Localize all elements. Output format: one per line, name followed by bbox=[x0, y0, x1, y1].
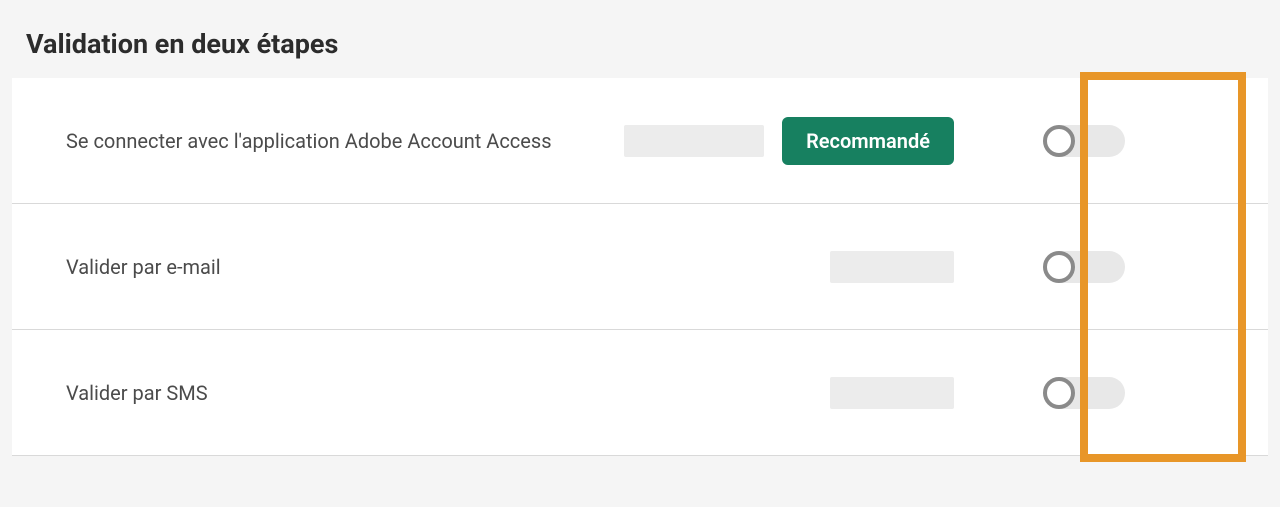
option-label: Valider par SMS bbox=[66, 381, 760, 405]
toggle-knob-icon bbox=[1043, 251, 1075, 283]
toggle-knob-icon bbox=[1043, 377, 1075, 409]
toggle-cell bbox=[954, 125, 1214, 157]
toggle-cell bbox=[954, 377, 1214, 409]
toggle-sms[interactable] bbox=[1043, 377, 1125, 409]
option-label: Valider par e-mail bbox=[66, 255, 760, 279]
toggle-adobe-access[interactable] bbox=[1043, 125, 1125, 157]
option-row-sms: Valider par SMS bbox=[12, 330, 1268, 456]
placeholder-redacted bbox=[624, 125, 764, 157]
placeholder-redacted bbox=[830, 251, 954, 283]
placeholder-redacted bbox=[830, 377, 954, 409]
recommended-badge: Recommandé bbox=[782, 117, 954, 165]
section-title: Validation en deux étapes bbox=[26, 28, 1268, 60]
toggle-email[interactable] bbox=[1043, 251, 1125, 283]
toggle-cell bbox=[954, 251, 1214, 283]
toggle-knob-icon bbox=[1043, 125, 1075, 157]
option-row-adobe-access: Se connecter avec l'application Adobe Ac… bbox=[12, 78, 1268, 204]
two-step-panel: Se connecter avec l'application Adobe Ac… bbox=[12, 78, 1268, 456]
option-label: Se connecter avec l'application Adobe Ac… bbox=[66, 129, 624, 153]
option-row-email: Valider par e-mail bbox=[12, 204, 1268, 330]
